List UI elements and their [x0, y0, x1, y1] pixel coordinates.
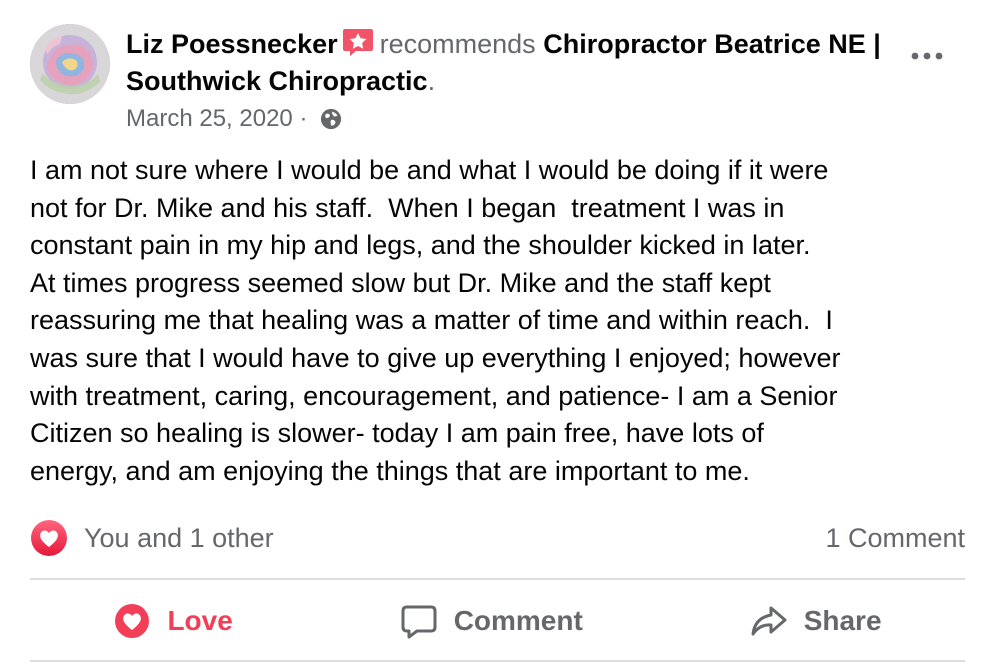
globe-icon	[321, 108, 342, 130]
share-label: Share	[803, 605, 882, 636]
recommends-verb: recommends	[379, 29, 536, 59]
avatar-image	[30, 24, 110, 104]
reactions-text: You and 1 other	[84, 522, 274, 553]
share-icon	[751, 606, 787, 636]
love-button[interactable]: Love	[113, 602, 233, 640]
star-speech-bubble-icon	[342, 29, 373, 56]
divider-top	[30, 578, 965, 580]
post-title: Liz Poessnecker recommends Chiropractor …	[126, 26, 886, 100]
love-icon	[115, 604, 150, 638]
love-reaction-icon	[31, 520, 67, 556]
post-body: I am not sure where I would be and what …	[30, 155, 841, 486]
action-bar: Love Comment Share	[30, 588, 965, 654]
post-date[interactable]: March 25, 2020	[126, 104, 293, 134]
date-separator: ·	[292, 105, 315, 132]
comments-count[interactable]: 1 Comment	[825, 523, 965, 554]
comment-button[interactable]: Comment	[400, 602, 583, 640]
post-stats: You and 1 other 1 Comment	[30, 518, 965, 558]
more-options-icon[interactable]	[910, 46, 944, 66]
comment-icon	[401, 605, 437, 639]
avatar[interactable]	[30, 24, 110, 104]
love-label: Love	[167, 605, 233, 636]
post-header: Liz Poessnecker recommends Chiropractor …	[30, 20, 970, 140]
reactions-summary[interactable]: You and 1 other	[30, 519, 274, 557]
divider-bottom	[30, 660, 965, 662]
page-name-suffix: .	[427, 66, 436, 96]
share-button[interactable]: Share	[750, 602, 882, 640]
author-name[interactable]: Liz Poessnecker	[126, 29, 338, 59]
comment-label: Comment	[453, 605, 583, 636]
post-meta: March 25, 2020 ·	[126, 104, 342, 134]
